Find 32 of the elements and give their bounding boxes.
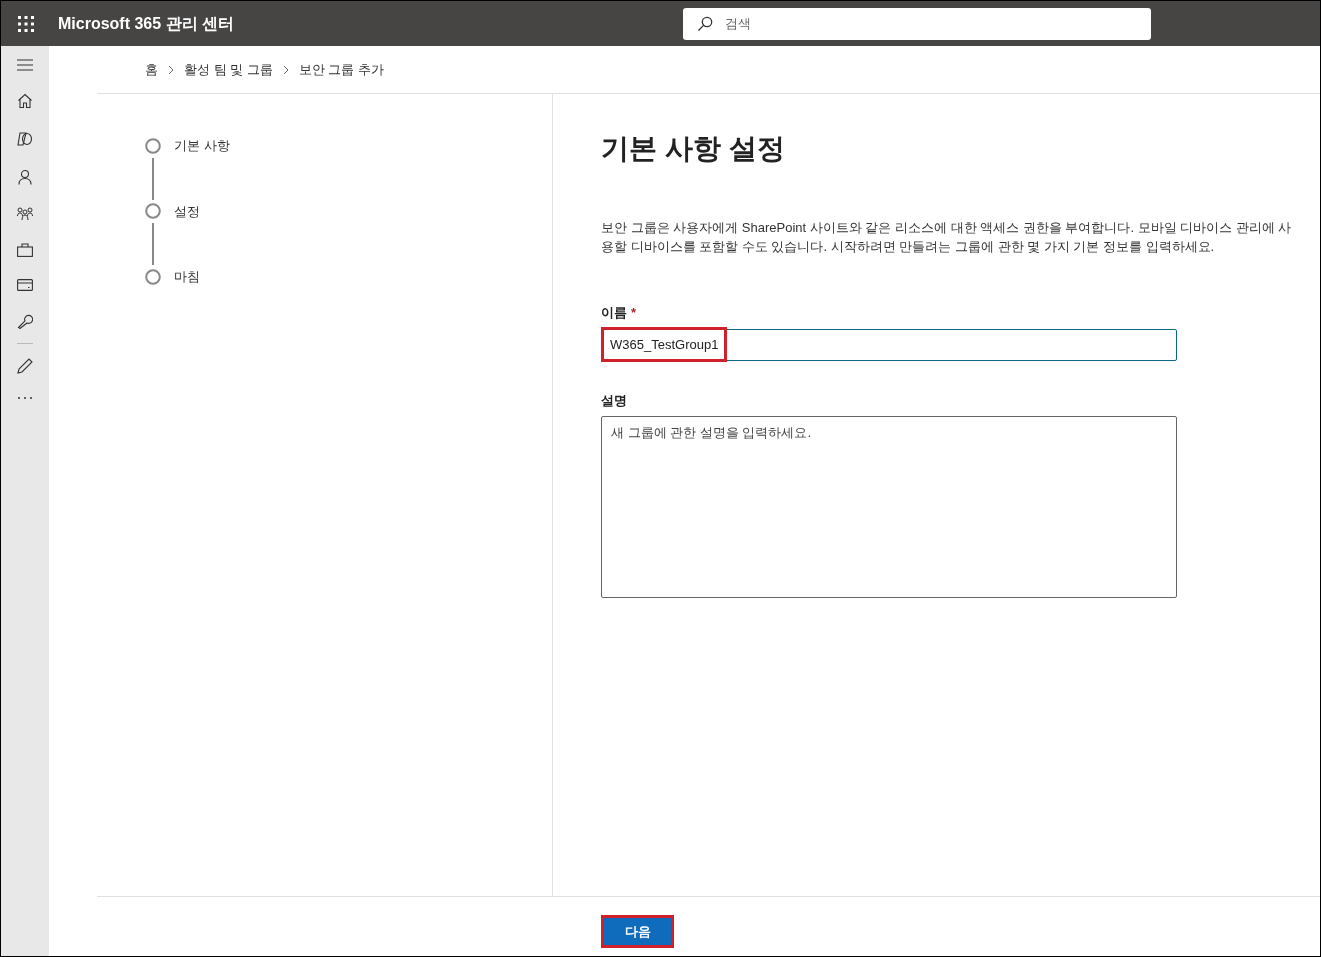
step-circle-icon — [145, 137, 161, 154]
app-launcher-icon[interactable] — [18, 15, 34, 32]
field-label: 설명 — [601, 391, 628, 410]
page-title: 기본 사항 설정 — [601, 132, 786, 166]
step-label: 설정 — [174, 202, 200, 221]
search-icon — [697, 15, 713, 32]
step-label: 기본 사항 — [174, 137, 230, 155]
card-icon[interactable] — [17, 279, 33, 291]
breadcrumb-link[interactable]: 보안 그룹 추가 — [298, 59, 385, 80]
chevron-right-icon — [168, 64, 174, 75]
step-circle-icon — [145, 268, 161, 285]
step-circle-icon — [145, 203, 161, 220]
step-label: 마침 — [174, 268, 200, 286]
description-field[interactable]: 새 그룹에 관한 설명을 입력하세요. — [601, 416, 1177, 598]
breadcrumb-link[interactable]: 활성 팀 및 그룹 — [184, 59, 273, 80]
next-button[interactable]: 다음 — [604, 918, 671, 945]
wrench-icon[interactable] — [17, 313, 33, 329]
pencil-icon[interactable] — [17, 358, 33, 374]
briefcase-icon[interactable] — [17, 243, 33, 257]
breadcrumb-link[interactable]: 홈 — [145, 59, 158, 80]
chevron-right-icon — [282, 64, 289, 75]
required-mark: * — [631, 304, 637, 322]
person-icon[interactable] — [17, 169, 33, 185]
home-icon[interactable] — [17, 93, 33, 109]
search-field[interactable]: 검색 — [683, 7, 1151, 40]
field-label: 이름 — [601, 304, 627, 322]
app-title: Microsoft 365 관리 센터 — [58, 13, 236, 34]
description-text: 보안 그룹은 사용자에게 SharePoint 사이트와 같은 리소스에 대한 액세스 권한을 부여합니다. 모바일 디바이스 관리에 사용할 디바이스를 포함할 수도 있습니다. 시작하려면 만들려는 그룹에 관한 몇 가지 기본 정보를 입력하세요. — [601, 219, 1293, 256]
more-icon[interactable] — [17, 396, 33, 400]
overlapping-shapes-icon[interactable] — [17, 131, 33, 147]
people-group-icon[interactable] — [17, 207, 33, 221]
menu-icon[interactable] — [17, 59, 33, 71]
